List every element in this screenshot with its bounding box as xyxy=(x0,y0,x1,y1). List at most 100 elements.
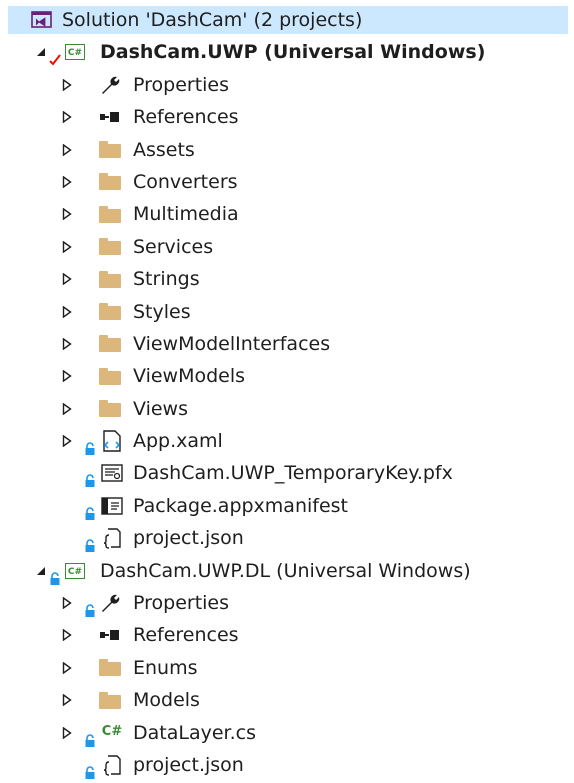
tree-item-label: Services xyxy=(133,235,214,258)
lock-icon xyxy=(84,726,96,747)
json-file-icon xyxy=(100,753,124,777)
expanded-arrow-icon[interactable] xyxy=(34,564,48,578)
lock-icon xyxy=(84,596,96,618)
tree-item-project-json[interactable]: project.json xyxy=(0,749,574,781)
tree-item-label: Strings xyxy=(133,268,200,291)
folder-icon xyxy=(98,688,122,712)
tree-item-label: ViewModels xyxy=(133,365,246,388)
collapsed-arrow-icon[interactable] xyxy=(60,143,74,157)
collapsed-arrow-icon[interactable] xyxy=(60,207,74,221)
tree-item-folder-converters[interactable]: Converters xyxy=(0,166,574,198)
collapsed-arrow-icon[interactable] xyxy=(60,726,74,740)
tree-item-label: project.json xyxy=(133,527,244,550)
wrench-icon xyxy=(98,73,122,97)
tree-item-label: Views xyxy=(133,397,188,420)
tree-item-label: App.xaml xyxy=(133,430,223,453)
lock-icon xyxy=(84,499,96,520)
tree-item-project-uwp-dl[interactable]: C# DashCam.UWP.DL (Universal Windows) xyxy=(0,555,574,587)
collapsed-arrow-icon[interactable] xyxy=(60,402,74,416)
tree-item-app-xaml[interactable]: App.xaml xyxy=(0,425,574,457)
tree-item-solution[interactable]: Solution 'DashCam' (2 projects) xyxy=(0,4,574,36)
certificate-file-icon xyxy=(100,461,124,485)
tree-item-references[interactable]: References xyxy=(0,101,574,133)
folder-icon xyxy=(98,138,122,162)
tree-item-label: Properties xyxy=(133,592,230,615)
references-icon xyxy=(98,623,122,647)
tree-item-label: ViewModelInterfaces xyxy=(133,332,331,355)
expanded-arrow-icon[interactable] xyxy=(34,45,48,59)
csharp-project-icon: C# xyxy=(63,40,87,64)
collapsed-arrow-icon[interactable] xyxy=(60,305,74,319)
checkmark-icon xyxy=(49,45,61,66)
tree-item-label: Properties xyxy=(133,73,230,96)
tree-item-label: DashCam.UWP_TemporaryKey.pfx xyxy=(133,462,453,485)
folder-icon xyxy=(98,202,122,226)
collapsed-arrow-icon[interactable] xyxy=(60,369,74,383)
lock-icon xyxy=(84,466,96,488)
collapsed-arrow-icon[interactable] xyxy=(60,78,74,92)
folder-icon xyxy=(98,656,122,680)
collapsed-arrow-icon[interactable] xyxy=(60,272,74,286)
lock-icon xyxy=(84,531,96,553)
tree-item-label: Solution 'DashCam' (2 projects) xyxy=(62,9,363,31)
tree-item-properties[interactable]: Properties xyxy=(0,69,574,101)
tree-item-folder-services[interactable]: Services xyxy=(0,231,574,263)
vs-solution-icon xyxy=(30,8,54,32)
tree-item-folder-enums[interactable]: Enums xyxy=(0,652,574,684)
lock-icon xyxy=(84,434,96,456)
folder-icon xyxy=(98,235,122,259)
tree-item-folder-models[interactable]: Models xyxy=(0,684,574,716)
folder-icon xyxy=(98,332,122,356)
collapsed-arrow-icon[interactable] xyxy=(60,110,74,124)
lock-icon xyxy=(49,564,61,585)
tree-item-label: DashCam.UWP (Universal Windows) xyxy=(100,41,486,64)
tree-item-references[interactable]: References xyxy=(0,619,574,651)
tree-item-folder-views[interactable]: Views xyxy=(0,393,574,425)
tree-item-package-manifest[interactable]: Package.appxmanifest xyxy=(0,490,574,522)
collapsed-arrow-icon[interactable] xyxy=(60,596,74,610)
tree-item-datalayer-cs[interactable]: C# DataLayer.cs xyxy=(0,717,574,749)
solution-explorer-tree: Solution 'DashCam' (2 projects) C# DashC… xyxy=(0,4,574,781)
tree-item-folder-styles[interactable]: Styles xyxy=(0,296,574,328)
folder-icon xyxy=(98,267,122,291)
tree-item-folder-viewmodelinterfaces[interactable]: ViewModelInterfaces xyxy=(0,328,574,360)
manifest-file-icon xyxy=(100,494,124,518)
tree-item-label: Enums xyxy=(133,656,198,679)
tree-item-label: Multimedia xyxy=(133,203,239,226)
tree-item-label: References xyxy=(133,624,239,647)
collapsed-arrow-icon[interactable] xyxy=(60,434,74,448)
collapsed-arrow-icon[interactable] xyxy=(60,628,74,642)
tree-item-label: DataLayer.cs xyxy=(133,721,256,744)
collapsed-arrow-icon[interactable] xyxy=(60,661,74,675)
tree-item-properties[interactable]: Properties xyxy=(0,587,574,619)
references-icon xyxy=(98,105,122,129)
tree-item-folder-multimedia[interactable]: Multimedia xyxy=(0,198,574,230)
tree-item-project-uwp[interactable]: C# DashCam.UWP (Universal Windows) xyxy=(0,36,574,68)
folder-icon xyxy=(98,300,122,324)
tree-item-label: DashCam.UWP.DL (Universal Windows) xyxy=(100,559,471,582)
tree-item-temporary-key[interactable]: DashCam.UWP_TemporaryKey.pfx xyxy=(0,457,574,489)
collapsed-arrow-icon[interactable] xyxy=(60,175,74,189)
folder-icon xyxy=(98,397,122,421)
lock-icon xyxy=(84,758,96,779)
tree-item-folder-strings[interactable]: Strings xyxy=(0,263,574,295)
collapsed-arrow-icon[interactable] xyxy=(60,693,74,707)
tree-item-label: References xyxy=(133,106,239,129)
json-file-icon xyxy=(100,526,124,550)
tree-item-label: Models xyxy=(133,689,200,712)
tree-item-folder-assets[interactable]: Assets xyxy=(0,134,574,166)
tree-item-project-json[interactable]: project.json xyxy=(0,522,574,554)
collapsed-arrow-icon[interactable] xyxy=(60,337,74,351)
tree-item-label: Styles xyxy=(133,300,191,323)
tree-item-label: Package.appxmanifest xyxy=(133,494,349,517)
csharp-project-icon: C# xyxy=(63,559,87,583)
collapsed-arrow-icon[interactable] xyxy=(60,240,74,254)
tree-item-label: project.json xyxy=(133,753,244,776)
tree-item-label: Converters xyxy=(133,170,238,193)
tree-item-label: Assets xyxy=(133,138,195,161)
folder-icon xyxy=(98,170,122,194)
folder-icon xyxy=(98,364,122,388)
xaml-file-icon xyxy=(100,429,124,453)
wrench-icon xyxy=(98,591,122,615)
tree-item-folder-viewmodels[interactable]: ViewModels xyxy=(0,360,574,392)
